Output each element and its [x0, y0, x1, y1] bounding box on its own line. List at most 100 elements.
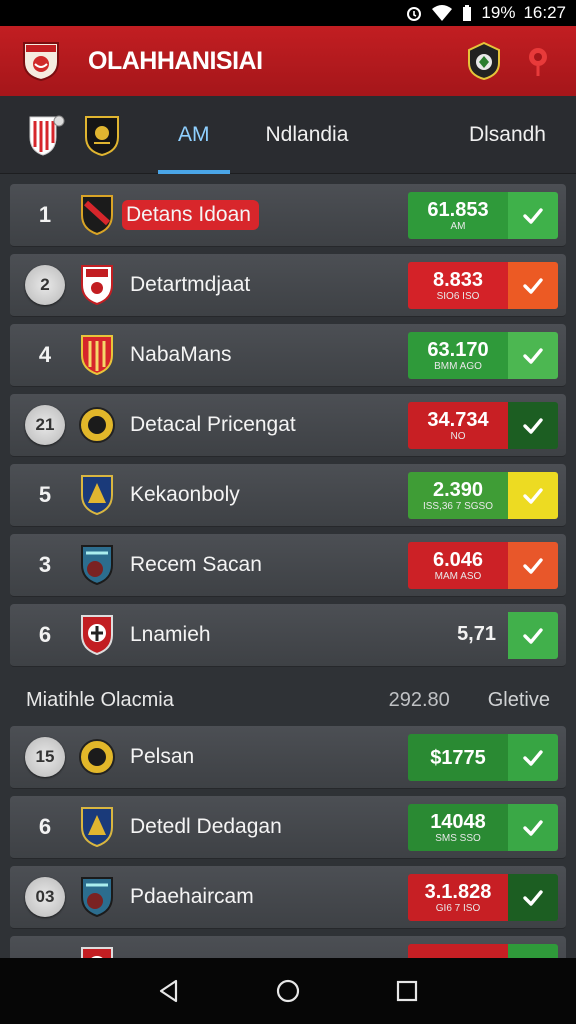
score-badge: 2.390 ISS,36 7 SGSO	[408, 472, 508, 519]
app-bar: OLAHHANISIAI	[0, 26, 576, 96]
wifi-icon	[432, 5, 453, 21]
rank-number: 21	[25, 405, 65, 445]
section-filter[interactable]: Gletive	[488, 689, 550, 712]
rank-cell: 5	[10, 482, 80, 508]
score-value: $1775	[430, 746, 486, 769]
rank-cell: 6	[10, 622, 80, 648]
score-badge: $1775	[408, 734, 508, 781]
select-checkbox[interactable]	[508, 332, 558, 379]
select-checkbox[interactable]	[508, 804, 558, 851]
team-crest-icon	[81, 195, 113, 236]
rank-number: 3	[38, 552, 52, 577]
tab-dlsandh[interactable]: Dlsandh	[469, 96, 546, 174]
check-icon	[523, 487, 543, 504]
select-checkbox[interactable]	[508, 734, 558, 781]
check-icon	[523, 207, 543, 224]
check-icon	[523, 627, 543, 644]
team-name: NabaMans	[130, 343, 232, 366]
battery-percent: 19%	[481, 3, 516, 22]
team-crest-icon	[81, 877, 113, 918]
select-checkbox[interactable]	[508, 472, 558, 519]
team-crest-icon	[81, 475, 113, 516]
club-crest-icon[interactable]	[82, 113, 122, 157]
score-badge: 63.170 BMM AGO	[408, 332, 508, 379]
table-row[interactable]: 15 Pelsan $1775	[10, 726, 566, 789]
recents-icon[interactable]	[393, 977, 421, 1005]
select-checkbox[interactable]	[508, 262, 558, 309]
score-value: 5,71	[457, 623, 496, 645]
select-checkbox[interactable]	[508, 542, 558, 589]
score-subtext: AM	[450, 220, 466, 232]
rank-cell: 4	[10, 342, 80, 368]
table-row[interactable]: 6 Detedl Dedagan 14048 SMS SSO	[10, 796, 566, 859]
rank-cell: 3	[10, 552, 80, 578]
score-badge: 8.833 SIO6 ISO	[408, 262, 508, 309]
standings-list: 1 Detans Idoan 61.853 AM 2 Detartmdjaat 8.833 S…	[10, 184, 566, 1006]
rank-number: 03	[25, 877, 65, 917]
score-subtext: SMS SSO	[435, 832, 481, 844]
score-badge: 3.1.828 GI6 7 ISO	[408, 874, 508, 921]
team-crest-icon	[79, 407, 115, 443]
select-checkbox[interactable]	[508, 612, 558, 659]
team-name: Detacal Pricengat	[130, 413, 296, 436]
score-badge: 34.734 NO	[408, 402, 508, 449]
rank-cell: 2	[10, 265, 80, 305]
table-row[interactable]: 21 Detacal Pricengat 34.734 NO	[10, 394, 566, 457]
rank-number: 6	[38, 814, 52, 839]
rank-cell: 1	[10, 202, 80, 228]
section-title: Miatihle Olacmia	[26, 688, 174, 711]
score-badge: 14048 SMS SSO	[408, 804, 508, 851]
rank-cell: 21	[10, 405, 80, 445]
table-row[interactable]: 5 Kekaonboly 2.390 ISS,36 7 SGSO	[10, 464, 566, 527]
rank-number: 15	[25, 737, 65, 777]
select-checkbox[interactable]	[508, 874, 558, 921]
section-count: 292.80	[388, 688, 450, 711]
check-icon	[523, 819, 543, 836]
select-checkbox[interactable]	[508, 402, 558, 449]
score-value: 3.1.828	[424, 880, 492, 903]
score-value: 61.853	[427, 198, 489, 221]
team-name: Detartmdjaat	[130, 273, 251, 296]
tab-am[interactable]: AM	[158, 96, 230, 174]
score-value: 14048	[430, 810, 486, 833]
rank-number: 6	[38, 622, 52, 647]
section-header: Miatihle Olacmia 292.80 Gletive	[10, 674, 566, 726]
score-value: 34.734	[427, 408, 489, 431]
club-crest-icon[interactable]	[26, 113, 66, 157]
score-subtext: SIO6 ISO	[436, 290, 480, 302]
back-icon[interactable]	[155, 977, 183, 1005]
team-name: Detedl Dedagan	[130, 815, 282, 838]
system-nav-bar	[0, 958, 576, 1024]
rank-cell: 6	[10, 814, 80, 840]
rank-number: 2	[25, 265, 65, 305]
check-icon	[523, 889, 543, 906]
team-crest-icon	[81, 615, 113, 656]
app-title: OLAHHANISIAI	[88, 46, 263, 75]
team-name: Kekaonboly	[130, 483, 240, 506]
battery-icon	[463, 5, 472, 21]
alarm-icon	[407, 7, 422, 21]
rank-cell: 03	[10, 877, 80, 917]
team-name: Pelsan	[130, 745, 195, 768]
select-checkbox[interactable]	[508, 192, 558, 239]
score-subtext: MAM ASO	[434, 570, 482, 582]
clock: 16:27	[523, 3, 566, 22]
table-row[interactable]: 2 Detartmdjaat 8.833 SIO6 ISO	[10, 254, 566, 317]
check-icon	[523, 417, 543, 434]
rank-number: 5	[38, 482, 52, 507]
team-crest-icon	[81, 807, 113, 848]
table-row[interactable]: 03 Pdaehaircam 3.1.828 GI6 7 ISO	[10, 866, 566, 929]
table-row[interactable]: 1 Detans Idoan 61.853 AM	[10, 184, 566, 247]
location-pin-icon[interactable]	[520, 41, 556, 81]
table-row[interactable]: 4 NabaMans 63.170 BMM AGO	[10, 324, 566, 387]
club-badge-icon[interactable]	[466, 41, 502, 81]
check-icon	[523, 277, 543, 294]
team-crest-icon	[81, 335, 113, 376]
home-icon[interactable]	[274, 977, 302, 1005]
score-value: 8.833	[432, 268, 484, 291]
table-row[interactable]: 6 Lnamieh 5,71	[10, 604, 566, 667]
score-subtext: GI6 7 ISO	[435, 902, 481, 914]
tab-ndlandia[interactable]: Ndlandia	[266, 96, 349, 174]
table-row[interactable]: 3 Recem Sacan 6.046 MAM ASO	[10, 534, 566, 597]
score-subtext: BMM AGO	[434, 360, 482, 372]
